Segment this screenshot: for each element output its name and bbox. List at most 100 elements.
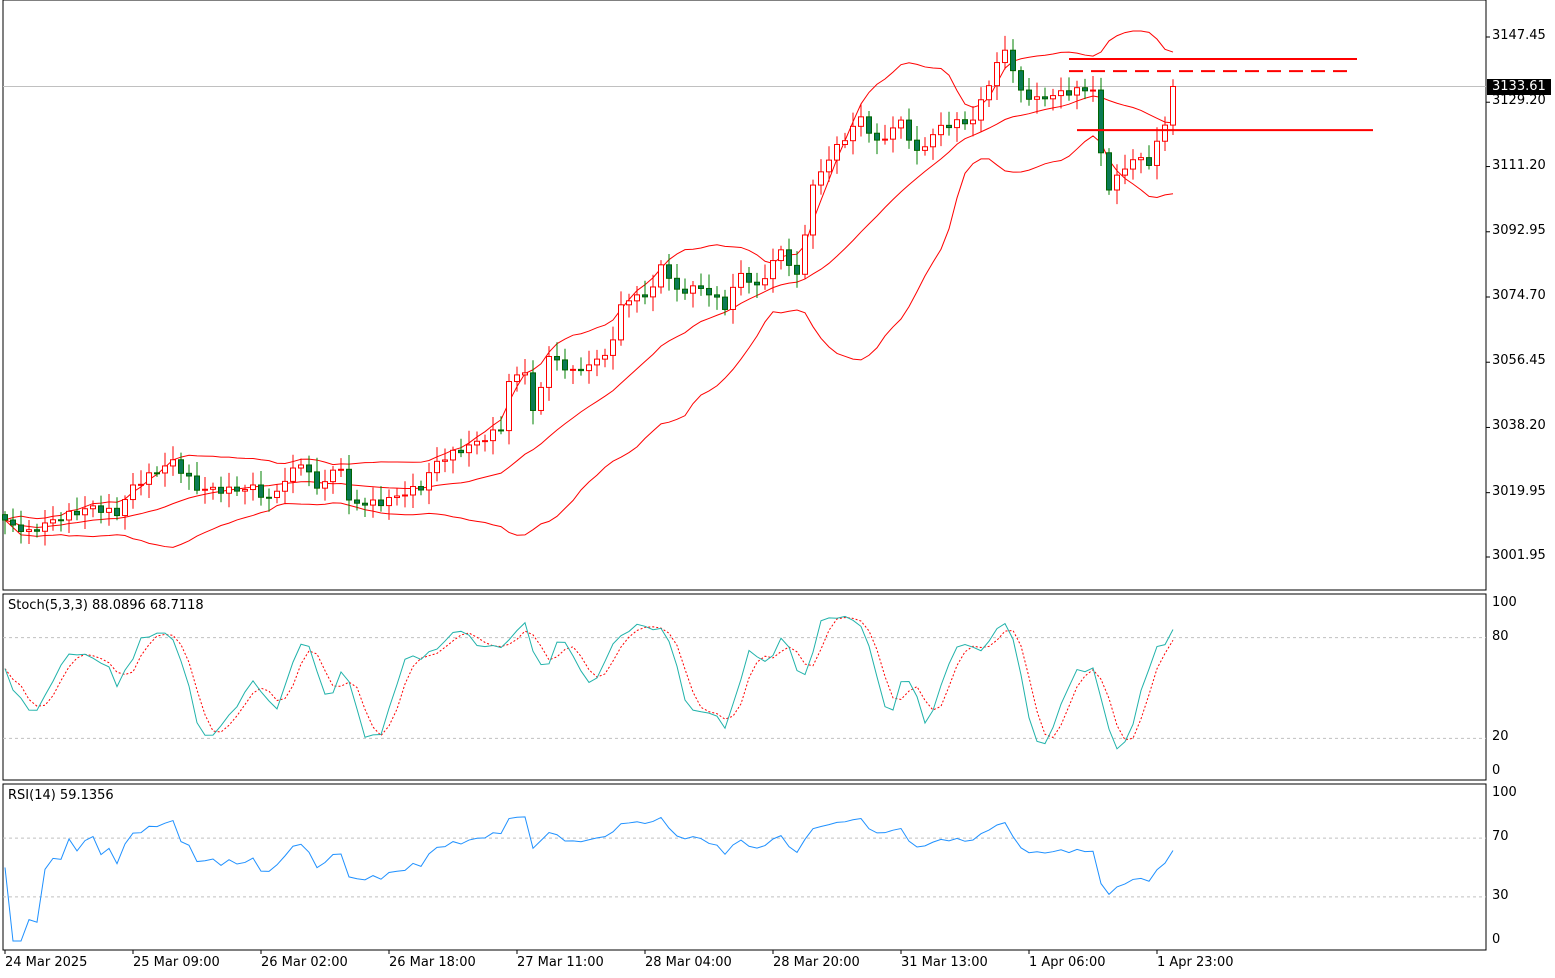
bear-candle xyxy=(786,249,792,266)
bull-candle xyxy=(410,486,416,496)
bull-candle xyxy=(970,119,976,125)
price-tick-label: 3056.45 xyxy=(1492,353,1546,369)
rsi-level-label: 30 xyxy=(1492,887,1509,903)
bull-candle xyxy=(1058,90,1064,97)
bull-candle xyxy=(482,440,488,443)
bull-candle xyxy=(402,494,408,497)
bull-candle xyxy=(394,495,400,499)
bull-candle xyxy=(834,143,840,161)
stoch-panel-frame xyxy=(2,593,1487,781)
bull-candle xyxy=(82,508,88,516)
bear-candle xyxy=(706,287,712,296)
bear-candle xyxy=(34,529,40,532)
bull-candle xyxy=(426,472,432,491)
bear-candle xyxy=(714,294,720,298)
bull-candle xyxy=(546,355,552,388)
bear-candle xyxy=(1066,90,1072,96)
stoch-signal-line xyxy=(4,616,1174,741)
rsi-label: RSI(14) 59.1356 xyxy=(8,788,114,803)
bull-candle xyxy=(802,234,808,275)
time-tick-label: 24 Mar 2025 xyxy=(5,955,88,970)
bear-candle xyxy=(1146,157,1152,166)
bear-candle xyxy=(682,288,688,294)
stoch-label: Stoch(5,3,3) 88.0896 68.7118 xyxy=(8,598,204,613)
bull-candle xyxy=(1114,174,1120,191)
bull-candle xyxy=(618,304,624,341)
stoch-level-label: 0 xyxy=(1492,763,1501,778)
bull-candle xyxy=(594,358,600,366)
bear-candle xyxy=(642,294,648,298)
bear-candle xyxy=(378,499,384,507)
bear-candle xyxy=(1106,152,1112,191)
bull-candle xyxy=(290,467,296,482)
bear-candle xyxy=(418,486,424,491)
bear-candle xyxy=(866,116,872,134)
bear-candle xyxy=(58,519,64,522)
bull-candle xyxy=(690,285,696,294)
bear-candle xyxy=(498,429,504,432)
bull-candle xyxy=(1154,140,1160,166)
bull-candle xyxy=(778,249,784,262)
bull-candle xyxy=(170,459,176,467)
bull-candle xyxy=(202,488,208,491)
bull-candle xyxy=(226,486,232,494)
price-tick-label: 3074.70 xyxy=(1492,288,1546,303)
bear-candle xyxy=(666,264,672,279)
bull-candle xyxy=(626,300,632,306)
bull-candle xyxy=(770,260,776,280)
stoch-level-label: 20 xyxy=(1492,729,1509,745)
bull-candle xyxy=(522,372,528,376)
bull-candle xyxy=(986,85,992,101)
bull-candle xyxy=(338,468,344,471)
price-chart[interactable] xyxy=(0,0,1555,978)
bull-candle xyxy=(602,354,608,360)
bull-candle xyxy=(634,294,640,302)
bear-candle xyxy=(234,486,240,492)
bull-candle xyxy=(450,449,456,461)
bull-candle xyxy=(1122,168,1128,176)
price-tick-label: 3092.95 xyxy=(1492,222,1546,238)
bear-candle xyxy=(914,139,920,151)
bull-candle xyxy=(298,464,304,469)
bear-candle xyxy=(154,472,160,475)
bear-candle xyxy=(946,124,952,129)
bear-candle xyxy=(722,296,728,310)
bear-candle xyxy=(458,449,464,454)
bull-candle xyxy=(106,507,112,513)
time-tick-label: 28 Mar 04:00 xyxy=(645,955,732,970)
rsi-level-label: 70 xyxy=(1492,829,1509,845)
bull-candle xyxy=(122,499,128,517)
bull-candle xyxy=(322,481,328,489)
bull-candle xyxy=(442,459,448,462)
bear-candle xyxy=(194,475,200,491)
time-tick-label: 26 Mar 18:00 xyxy=(389,955,476,970)
bull-candle xyxy=(162,465,168,474)
bull-candle xyxy=(994,62,1000,87)
bear-candle xyxy=(962,119,968,125)
rsi-panel-frame xyxy=(2,783,1487,951)
bull-candle xyxy=(898,119,904,129)
bull-candle xyxy=(1130,159,1136,170)
bear-candle xyxy=(1010,49,1016,72)
bear-candle xyxy=(1026,89,1032,100)
bear-candle xyxy=(1082,87,1088,92)
bull-candle xyxy=(26,529,32,532)
bear-candle xyxy=(794,264,800,275)
bull-candle xyxy=(66,510,72,521)
bull-candle xyxy=(730,286,736,310)
time-tick-label: 25 Mar 09:00 xyxy=(133,955,220,970)
bear-candle xyxy=(698,285,704,289)
bear-candle xyxy=(674,277,680,290)
bear-candle xyxy=(554,355,560,361)
time-tick-label: 26 Mar 02:00 xyxy=(261,955,348,970)
bull-candle xyxy=(826,159,832,173)
bull-candle xyxy=(282,480,288,492)
bear-candle xyxy=(530,372,536,411)
bull-candle xyxy=(386,497,392,507)
bull-candle xyxy=(1162,124,1168,142)
bear-candle xyxy=(10,519,16,526)
price-tick-label: 3111.20 xyxy=(1492,157,1546,173)
bull-candle xyxy=(954,119,960,129)
bull-candle xyxy=(882,138,888,141)
bear-candle xyxy=(218,486,224,494)
